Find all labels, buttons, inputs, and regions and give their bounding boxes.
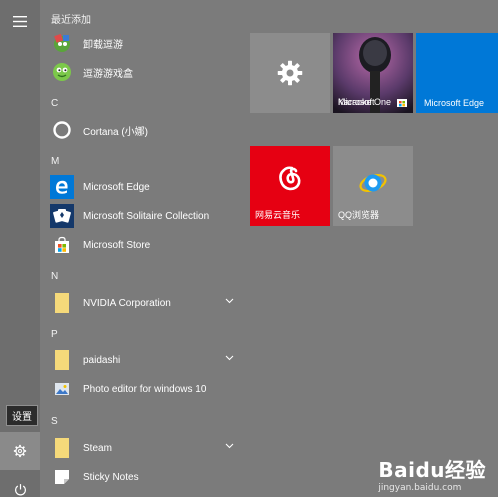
tile-netease-music[interactable]: 网易云音乐 — [250, 146, 330, 226]
folder-icon — [50, 348, 74, 372]
chevron-down-icon — [225, 443, 234, 449]
list-item-label: NVIDIA Corporation — [83, 297, 171, 309]
game-box-icon — [50, 60, 74, 84]
list-item-douyou-game-box[interactable]: 逗游游戏盒 — [50, 59, 240, 85]
list-item-label: Cortana (小娜) — [83, 126, 149, 138]
list-item-microsoft-store[interactable]: Microsoft Store — [50, 232, 240, 258]
chevron-down-icon — [225, 298, 234, 304]
list-item-label: Sticky Notes — [83, 471, 139, 483]
list-item-label: Microsoft Store — [83, 239, 151, 251]
list-item-label: Microsoft Edge — [83, 181, 150, 193]
list-item-uninstall-douyou[interactable]: 卸载逗游 — [50, 30, 240, 56]
list-item-label: paidashi — [83, 354, 121, 366]
section-letter-s[interactable]: S — [51, 416, 58, 427]
list-item-label: Photo editor for windows 10 — [83, 383, 207, 395]
tile-label: QQ浏览器 — [338, 210, 380, 220]
list-item-microsoft-solitaire[interactable]: Microsoft Solitaire Collection — [50, 203, 240, 229]
recently-added-header: 最近添加 — [51, 15, 91, 26]
list-item-label: Steam — [83, 442, 112, 454]
solitaire-icon — [50, 204, 74, 228]
list-item-photo-editor[interactable]: Photo editor for windows 10 — [50, 376, 240, 402]
cortana-icon — [50, 118, 74, 142]
list-item-label: 卸载逗游 — [83, 39, 123, 51]
watermark-url: jingyan.baidu.com — [378, 483, 462, 493]
baidu-watermark: Baidu经验 jingyan.baidu.com — [378, 454, 486, 493]
list-item-steam-folder[interactable]: Steam — [50, 435, 240, 461]
power-icon — [14, 483, 26, 495]
photo-editor-icon — [50, 377, 74, 401]
power-button[interactable] — [0, 470, 40, 497]
list-item-label: 逗游游戏盒 — [83, 68, 133, 80]
section-letter-n[interactable]: N — [51, 271, 58, 282]
gear-icon — [277, 60, 303, 86]
gear-icon — [13, 444, 27, 458]
section-letter-p[interactable]: P — [51, 329, 58, 340]
tile-label: 网易云音乐 — [255, 210, 301, 220]
qq-browser-icon — [359, 173, 387, 193]
watermark-logo: Baidu经验 — [378, 458, 486, 482]
folder-icon — [50, 436, 74, 460]
tile-label: Microsoft — [338, 97, 375, 107]
list-item-cortana[interactable]: Cortana (小娜) — [50, 117, 240, 143]
list-item-sticky-notes[interactable]: Sticky Notes — [50, 464, 240, 490]
netease-music-icon — [279, 166, 301, 191]
section-letter-m[interactable]: M — [51, 156, 59, 167]
tile-qq-browser[interactable]: QQ浏览器 — [333, 146, 413, 226]
list-item-label: Microsoft Solitaire Collection — [83, 210, 210, 222]
store-badge-icon — [397, 99, 407, 107]
edge-icon — [50, 175, 74, 199]
settings-button[interactable] — [0, 432, 40, 470]
folder-icon — [50, 291, 74, 315]
list-item-paidashi-folder[interactable]: paidashi — [50, 347, 240, 373]
tile-karaoke-one[interactable]: Karaoke One Microsoft — [333, 33, 413, 113]
game-uninstall-icon — [50, 31, 74, 55]
tile-settings[interactable] — [250, 33, 330, 113]
tile-label: Microsoft Edge — [424, 98, 485, 108]
list-item-microsoft-edge[interactable]: Microsoft Edge — [50, 174, 240, 200]
hamburger-icon — [13, 15, 27, 27]
menu-button[interactable] — [0, 2, 40, 40]
list-item-nvidia-folder[interactable]: NVIDIA Corporation — [50, 290, 240, 316]
section-letter-c[interactable]: C — [51, 98, 58, 109]
sticky-notes-icon — [50, 465, 74, 489]
settings-tooltip: 设置 — [6, 405, 38, 426]
store-icon — [50, 233, 74, 257]
chevron-down-icon — [225, 355, 234, 361]
app-list: 最近添加 卸载逗游 逗游游戏盒 C Cortana (小娜) M Microso… — [40, 0, 240, 497]
tile-microsoft-edge[interactable]: Microsoft Edge — [416, 33, 498, 113]
